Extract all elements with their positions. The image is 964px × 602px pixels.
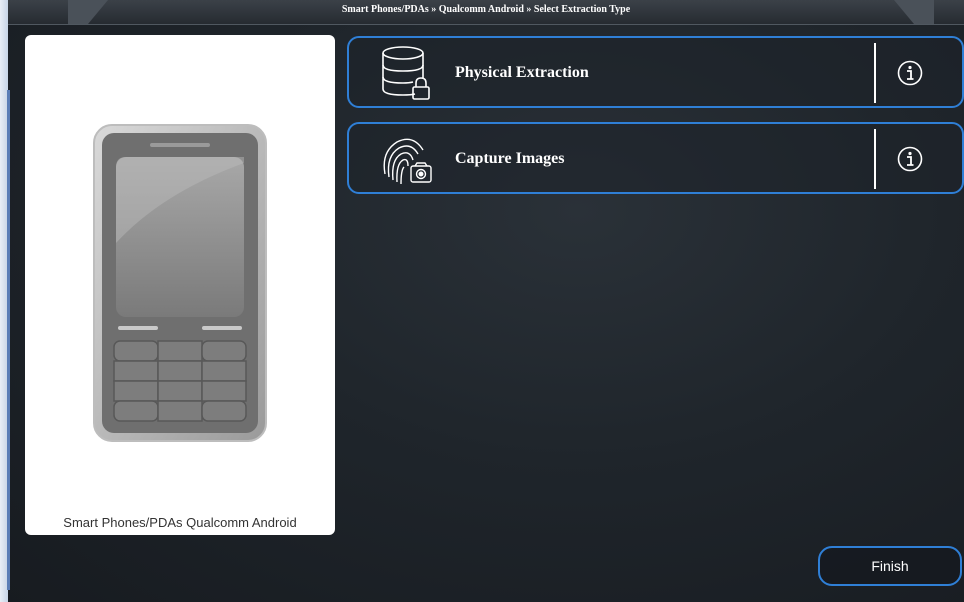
device-panel: Smart Phones/PDAs Qualcomm Android <box>25 35 335 535</box>
info-icon[interactable] <box>897 60 923 86</box>
option-label: Physical Extraction <box>455 64 589 81</box>
database-lock-icon <box>382 46 430 100</box>
left-edge-accent <box>7 90 10 590</box>
option-label: Capture Images <box>455 150 565 167</box>
info-icon[interactable] <box>897 146 923 172</box>
physical-extraction-option[interactable]: Physical Extraction <box>347 36 964 108</box>
mobile-phone-icon <box>93 124 267 442</box>
capture-images-option[interactable]: Capture Images <box>347 122 964 194</box>
breadcrumb: Smart Phones/PDAs » Qualcomm Android » S… <box>341 4 631 15</box>
main-window: Smart Phones/PDAs » Qualcomm Android » S… <box>0 0 964 602</box>
finish-button[interactable]: Finish <box>818 546 962 586</box>
device-caption: Smart Phones/PDAs Qualcomm Android <box>63 515 297 530</box>
title-bar: Smart Phones/PDAs » Qualcomm Android » S… <box>8 0 964 25</box>
fingerprint-camera-icon <box>383 138 432 185</box>
option-divider <box>874 129 876 189</box>
option-divider <box>874 43 876 103</box>
